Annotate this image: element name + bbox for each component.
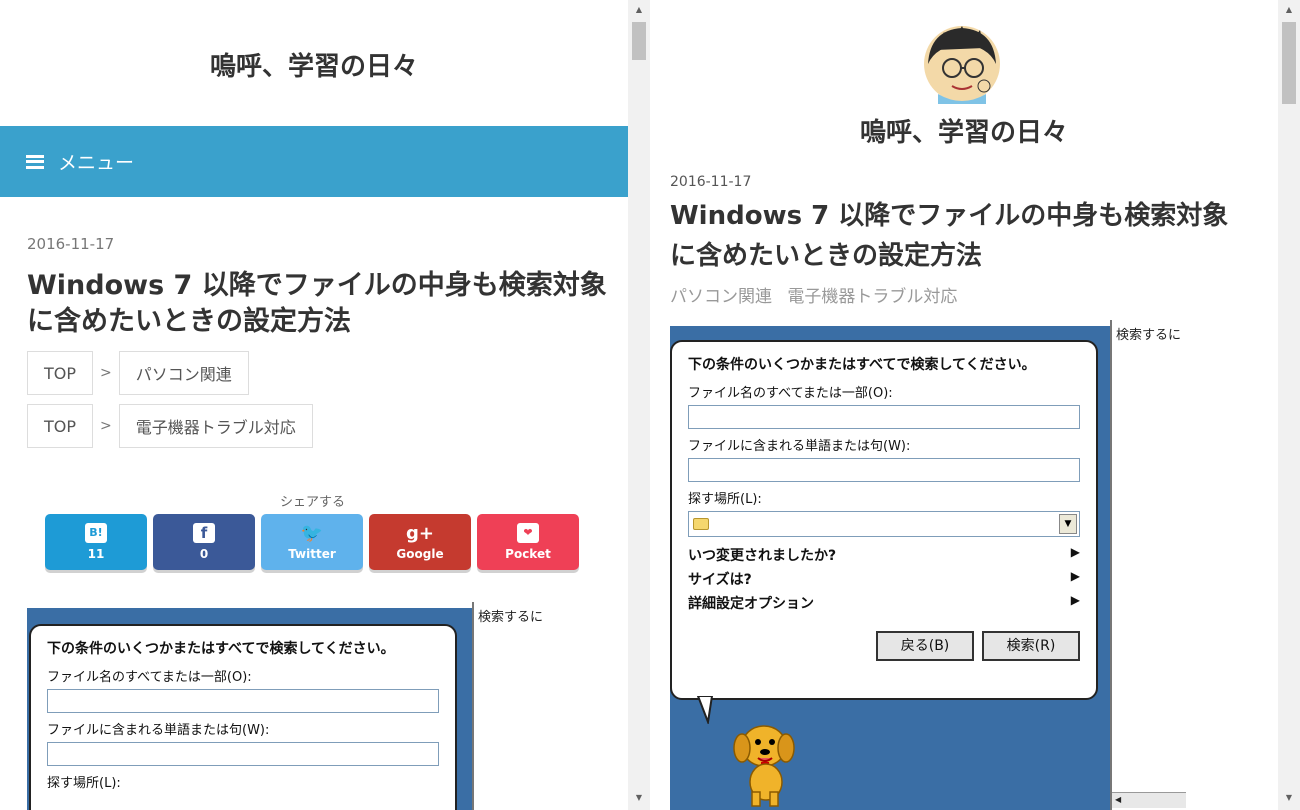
pocket-share-button[interactable]: ❤ Pocket (477, 514, 579, 570)
right-scrollbar[interactable]: ▲ ▼ (1278, 0, 1300, 810)
breadcrumb: TOP > 電子機器トラブル対応 (27, 404, 313, 448)
search-question: 下の条件のいくつかまたはすべてで検索してください。 (47, 641, 395, 657)
share-label-twitter: Twitter (288, 547, 336, 561)
breadcrumb-separator: > (100, 418, 112, 434)
category-link[interactable]: パソコン関連 (670, 287, 772, 307)
post-categories: パソコン関連 電子機器トラブル対応 (670, 282, 957, 307)
hatena-icon: B! (85, 523, 107, 543)
scroll-up-arrow-icon[interactable]: ▲ (1278, 2, 1300, 18)
breadcrumb-top-link[interactable]: TOP (27, 404, 94, 448)
breadcrumb-category-link[interactable]: 電子機器トラブル対応 (118, 404, 313, 448)
side-hscrollbar: ◀ (1112, 792, 1186, 808)
share-label-google: Google (396, 547, 444, 561)
dog-assistant-icon (733, 725, 795, 807)
scroll-up-arrow-icon[interactable]: ▲ (628, 2, 650, 18)
scroll-down-arrow-icon[interactable]: ▼ (1278, 790, 1300, 806)
left-scrollbar[interactable]: ▲ ▼ (628, 0, 650, 810)
side-text: 検索するに (1116, 328, 1182, 343)
bubble-tail (696, 696, 714, 724)
search-screenshot-side: 検索するに (472, 602, 544, 810)
words-field (688, 458, 1080, 482)
side-text: 検索するに (478, 610, 544, 625)
option-label: サイズは? (688, 572, 752, 588)
back-button: 戻る(B) (876, 631, 974, 661)
dropdown-arrow-icon: ▼ (1059, 514, 1077, 534)
site-title[interactable]: 嗚呼、学習の日々 (0, 46, 628, 83)
share-label: シェアする (280, 495, 346, 510)
option-when-modified: いつ変更されましたか? ▶ (688, 545, 1080, 565)
post-title-line: に含めたいときの設定方法 (670, 241, 983, 271)
left-page: 嗚呼、学習の日々 メニュー 2016-11-17 Windows 7 以降でファ… (0, 0, 628, 810)
words-label: ファイルに含まれる単語または句(W): (688, 439, 911, 454)
search-screenshot-image: 下の条件のいくつかまたはすべてで検索してください。 ファイル名のすべてまたは一部… (27, 608, 472, 810)
scroll-left-arrow-icon: ◀ (1115, 795, 1122, 804)
menu-label: メニュー (58, 152, 135, 174)
google-share-button[interactable]: g+ Google (369, 514, 471, 570)
filename-label: ファイル名のすべてまたは一部(O): (688, 386, 893, 401)
facebook-icon: f (193, 523, 215, 543)
share-label-pocket: Pocket (505, 547, 551, 561)
expand-arrow-icon: ▶ (1070, 569, 1080, 583)
breadcrumb: TOP > パソコン関連 (27, 351, 249, 395)
search-bubble: 下の条件のいくつかまたはすべてで検索してください。 ファイル名のすべてまたは一部… (29, 624, 457, 810)
location-combo: ▼ (688, 511, 1080, 537)
post-title: Windows 7 以降でファイルの中身も検索対象 に含めたいときの設定方法 (670, 196, 1270, 276)
site-title[interactable]: 嗚呼、学習の日々 (650, 112, 1278, 149)
facebook-share-button[interactable]: f 0 (153, 514, 255, 570)
location-label: 探す場所(L): (688, 492, 762, 507)
post-date: 2016-11-17 (27, 235, 115, 253)
share-count: 11 (87, 547, 105, 561)
words-field (47, 742, 439, 766)
filename-field (47, 689, 439, 713)
twitter-share-button[interactable]: 🐦 Twitter (261, 514, 363, 570)
search-button: 検索(R) (982, 631, 1080, 661)
breadcrumb-top-link[interactable]: TOP (27, 351, 94, 395)
search-screenshot-side: 検索するに ◀ (1110, 320, 1186, 810)
option-label: 詳細設定オプション (688, 596, 814, 612)
breadcrumb-separator: > (100, 365, 112, 381)
option-label: いつ変更されましたか? (688, 548, 837, 564)
search-bubble: 下の条件のいくつかまたはすべてで検索してください。 ファイル名のすべてまたは一部… (670, 340, 1098, 700)
scroll-down-arrow-icon[interactable]: ▼ (628, 790, 650, 806)
post-title-line: に含めたいときの設定方法 (27, 306, 351, 337)
option-size: サイズは? ▶ (688, 569, 1080, 589)
post-title-line: Windows 7 以降でファイルの中身も検索対象 (670, 201, 1229, 231)
pocket-icon: ❤ (517, 523, 539, 543)
avatar (924, 26, 1000, 104)
expand-arrow-icon: ▶ (1070, 545, 1080, 559)
filename-label: ファイル名のすべてまたは一部(O): (47, 670, 252, 685)
right-page: 嗚呼、学習の日々 2016-11-17 Windows 7 以降でファイルの中身… (650, 0, 1278, 810)
twitter-icon: 🐦 (300, 523, 324, 544)
filename-field (688, 405, 1080, 429)
expand-arrow-icon: ▶ (1070, 593, 1080, 607)
share-buttons: B! 11 f 0 🐦 Twitter g+ Google ❤ Pocket (45, 514, 579, 570)
folder-icon (693, 518, 709, 530)
dialog-buttons: 戻る(B) 検索(R) (688, 631, 1080, 661)
search-screenshot-image: 下の条件のいくつかまたはすべてで検索してください。 ファイル名のすべてまたは一部… (670, 326, 1110, 810)
option-advanced: 詳細設定オプション ▶ (688, 593, 1080, 613)
category-link[interactable]: 電子機器トラブル対応 (787, 287, 957, 307)
post-date: 2016-11-17 (670, 174, 752, 190)
breadcrumb-category-link[interactable]: パソコン関連 (118, 351, 249, 395)
post-title: Windows 7 以降でファイルの中身も検索対象 に含めたいときの設定方法 (27, 268, 617, 340)
words-label: ファイルに含まれる単語または句(W): (47, 723, 270, 738)
location-label: 探す場所(L): (47, 776, 121, 791)
scroll-thumb[interactable] (1282, 22, 1296, 104)
search-question: 下の条件のいくつかまたはすべてで検索してください。 (688, 357, 1036, 373)
menu-button[interactable]: メニュー (0, 126, 628, 197)
google-plus-icon: g+ (406, 523, 434, 544)
scroll-thumb[interactable] (632, 22, 646, 60)
hatena-share-button[interactable]: B! 11 (45, 514, 147, 570)
hamburger-icon (26, 154, 44, 169)
post-title-line: Windows 7 以降でファイルの中身も検索対象 (27, 270, 607, 301)
share-count: 0 (199, 547, 209, 561)
